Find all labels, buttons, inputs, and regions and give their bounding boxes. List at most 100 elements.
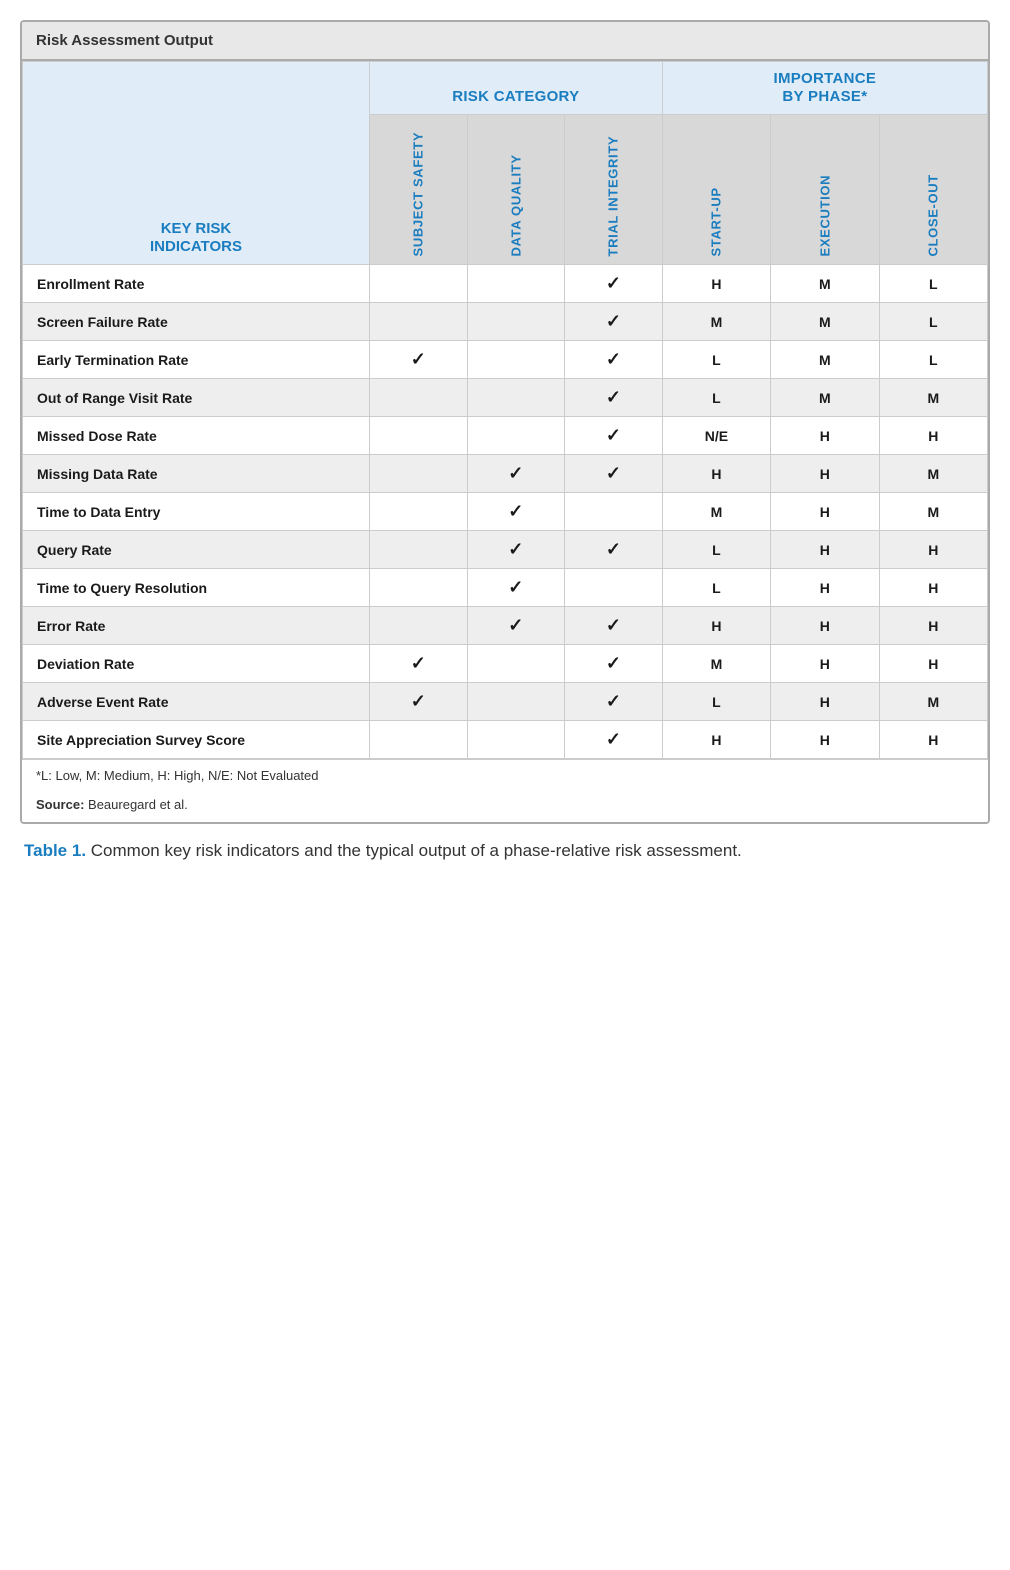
- checkmark-icon: ✓: [508, 577, 523, 597]
- cell-subject_safety: [369, 721, 467, 759]
- footer-source-label: Source:: [36, 797, 84, 812]
- checkmark-icon: ✓: [606, 653, 621, 673]
- cell-subject_safety: [369, 569, 467, 607]
- cell-execution: M: [771, 265, 879, 303]
- cell-data_quality: [467, 683, 565, 721]
- risk-assessment-table: KEY RISK INDICATORS RISK CATEGORY IMPORT…: [22, 61, 988, 759]
- cell-execution: M: [771, 341, 879, 379]
- cell-trial_integrity: ✓: [565, 645, 663, 683]
- table-row: Out of Range Visit Rate✓LMM: [23, 379, 988, 417]
- cell-closeout: H: [879, 569, 987, 607]
- cell-execution: M: [771, 379, 879, 417]
- cell-closeout: L: [879, 341, 987, 379]
- checkmark-icon: ✓: [606, 691, 621, 711]
- group-header-row: KEY RISK INDICATORS RISK CATEGORY IMPORT…: [23, 62, 988, 115]
- checkmark-icon: ✓: [606, 425, 621, 445]
- table-row: Deviation Rate✓✓MHH: [23, 645, 988, 683]
- col-header-subject-safety: SUBJECT SAFETY: [369, 115, 467, 265]
- cell-startup: N/E: [662, 417, 770, 455]
- checkmark-icon: ✓: [508, 615, 523, 635]
- col-header-execution: EXECUTION: [771, 115, 879, 265]
- cell-data_quality: [467, 341, 565, 379]
- table-row: Time to Query Resolution✓LHH: [23, 569, 988, 607]
- cell-data_quality: [467, 721, 565, 759]
- cell-execution: H: [771, 607, 879, 645]
- checkmark-icon: ✓: [606, 311, 621, 331]
- cell-data_quality: ✓: [467, 607, 565, 645]
- cell-closeout: L: [879, 265, 987, 303]
- cell-startup: M: [662, 493, 770, 531]
- risk-category-label: RISK CATEGORY: [452, 88, 579, 105]
- cell-data_quality: [467, 417, 565, 455]
- cell-trial_integrity: [565, 493, 663, 531]
- indicator-header-cell: KEY RISK INDICATORS: [23, 62, 370, 265]
- table-body: Enrollment Rate✓HMLScreen Failure Rate✓M…: [23, 265, 988, 759]
- checkmark-icon: ✓: [508, 539, 523, 559]
- cell-subject_safety: ✓: [369, 341, 467, 379]
- checkmark-icon: ✓: [411, 691, 426, 711]
- footer-note: *L: Low, M: Medium, H: High, N/E: Not Ev…: [22, 759, 988, 791]
- cell-closeout: H: [879, 645, 987, 683]
- caption-label: Table 1.: [24, 841, 86, 860]
- cell-startup: M: [662, 303, 770, 341]
- cell-indicator: Error Rate: [23, 607, 370, 645]
- cell-trial_integrity: ✓: [565, 721, 663, 759]
- cell-subject_safety: [369, 417, 467, 455]
- checkmark-icon: ✓: [606, 615, 621, 635]
- checkmark-icon: ✓: [508, 463, 523, 483]
- checkmark-icon: ✓: [606, 539, 621, 559]
- cell-execution: H: [771, 683, 879, 721]
- cell-indicator: Adverse Event Rate: [23, 683, 370, 721]
- cell-subject_safety: [369, 493, 467, 531]
- col-header-closeout: CLOSE-OUT: [879, 115, 987, 265]
- cell-subject_safety: [369, 303, 467, 341]
- cell-startup: H: [662, 455, 770, 493]
- table-row: Query Rate✓✓LHH: [23, 531, 988, 569]
- cell-trial_integrity: ✓: [565, 303, 663, 341]
- cell-data_quality: [467, 303, 565, 341]
- cell-indicator: Enrollment Rate: [23, 265, 370, 303]
- cell-subject_safety: [369, 455, 467, 493]
- col-header-startup: START-UP: [662, 115, 770, 265]
- cell-data_quality: ✓: [467, 531, 565, 569]
- table-row: Adverse Event Rate✓✓LHM: [23, 683, 988, 721]
- cell-startup: L: [662, 379, 770, 417]
- caption-description: Common key risk indicators and the typic…: [86, 841, 742, 860]
- cell-subject_safety: [369, 379, 467, 417]
- cell-closeout: H: [879, 607, 987, 645]
- cell-subject_safety: ✓: [369, 683, 467, 721]
- cell-indicator: Missed Dose Rate: [23, 417, 370, 455]
- cell-subject_safety: [369, 265, 467, 303]
- cell-data_quality: [467, 265, 565, 303]
- cell-execution: H: [771, 455, 879, 493]
- table-row: Early Termination Rate✓✓LML: [23, 341, 988, 379]
- caption-block: Table 1. Common key risk indicators and …: [20, 838, 990, 864]
- cell-indicator: Missing Data Rate: [23, 455, 370, 493]
- table-row: Site Appreciation Survey Score✓HHH: [23, 721, 988, 759]
- cell-closeout: L: [879, 303, 987, 341]
- cell-trial_integrity: ✓: [565, 341, 663, 379]
- cell-execution: H: [771, 531, 879, 569]
- cell-closeout: M: [879, 455, 987, 493]
- cell-trial_integrity: ✓: [565, 455, 663, 493]
- importance-phase-label: IMPORTANCE BY PHASE*: [773, 70, 876, 105]
- table-box: Risk Assessment Output KEY RISK INDICAT: [20, 20, 990, 824]
- cell-data_quality: ✓: [467, 569, 565, 607]
- cell-closeout: M: [879, 683, 987, 721]
- table-row: Time to Data Entry✓MHM: [23, 493, 988, 531]
- table-row: Screen Failure Rate✓MML: [23, 303, 988, 341]
- cell-execution: H: [771, 569, 879, 607]
- cell-closeout: M: [879, 493, 987, 531]
- cell-startup: L: [662, 531, 770, 569]
- cell-startup: H: [662, 721, 770, 759]
- cell-trial_integrity: [565, 569, 663, 607]
- checkmark-icon: ✓: [606, 273, 621, 293]
- table-title: Risk Assessment Output: [22, 22, 988, 61]
- table-row: Missed Dose Rate✓N/EHH: [23, 417, 988, 455]
- table-row: Enrollment Rate✓HML: [23, 265, 988, 303]
- cell-data_quality: ✓: [467, 493, 565, 531]
- cell-startup: L: [662, 341, 770, 379]
- cell-indicator: Time to Data Entry: [23, 493, 370, 531]
- cell-data_quality: ✓: [467, 455, 565, 493]
- cell-trial_integrity: ✓: [565, 417, 663, 455]
